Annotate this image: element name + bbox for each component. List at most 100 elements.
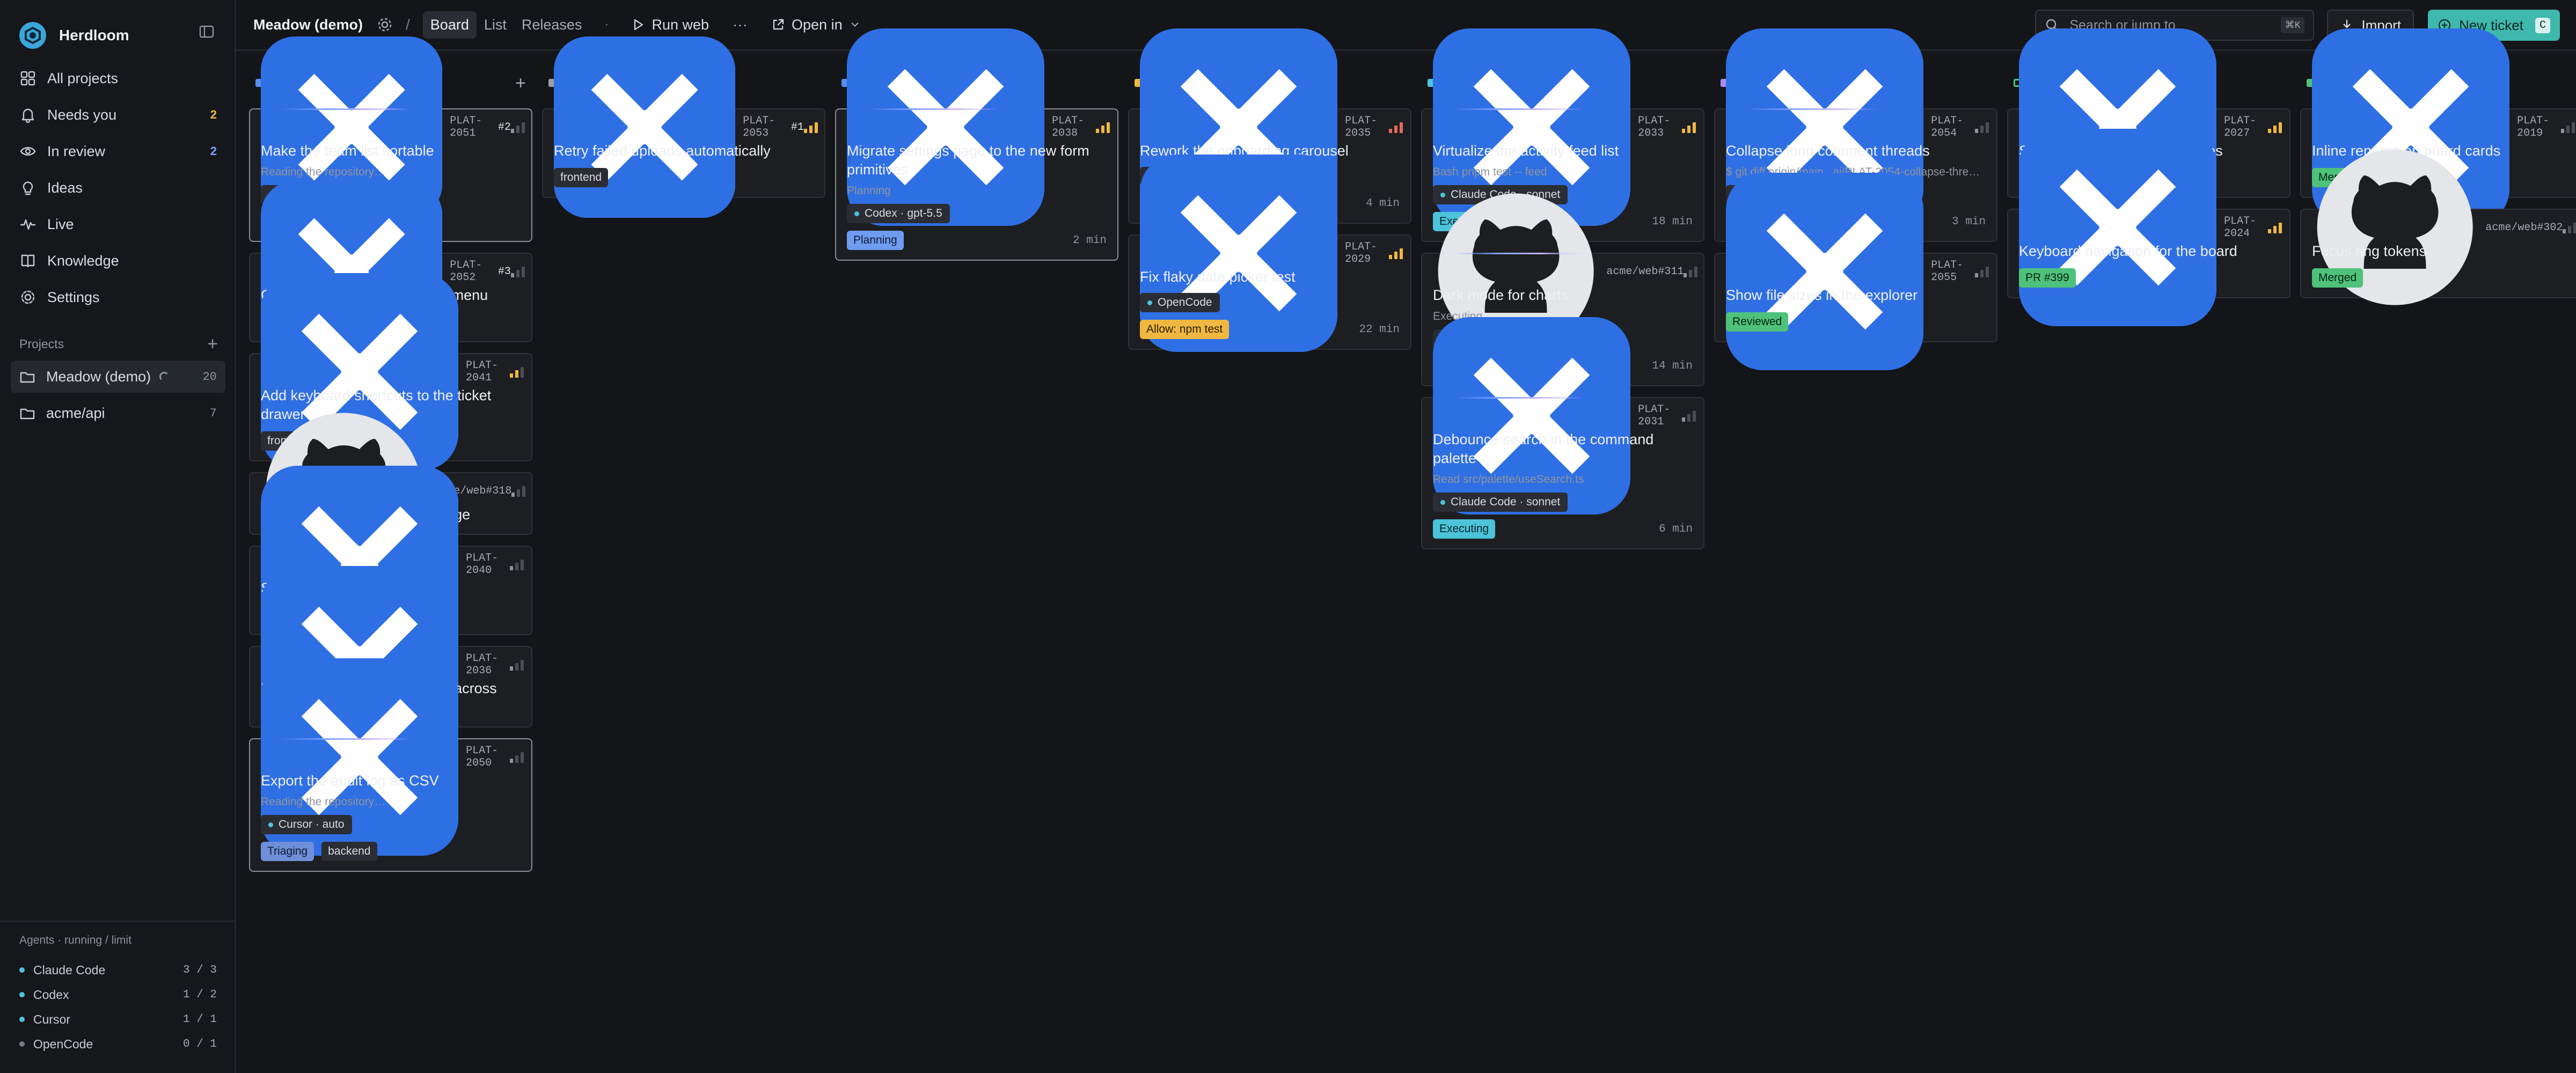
card-list: PLAT-2019Inline rename on board cardsMer… <box>2300 28 2576 309</box>
ticket-id: PLAT-2029 <box>1345 241 1378 266</box>
nav-item-knowledge[interactable]: Knowledge <box>11 242 225 279</box>
project-settings-icon[interactable] <box>377 17 393 33</box>
nav-item-in-review[interactable]: In review 2 <box>11 133 225 170</box>
ticket-card[interactable]: PLAT-2024 Keyboard navigation for the boa… <box>2007 128 2290 327</box>
jira-icon <box>2019 128 2217 327</box>
agent-name: Cursor <box>33 1012 71 1026</box>
gear-icon <box>21 290 35 304</box>
agent-row: OpenCode 0 / 1 <box>19 1032 217 1056</box>
project-item[interactable]: acme/api 7 <box>11 397 225 429</box>
agent-label: Cursor · auto <box>279 818 345 831</box>
agent-usage: 1 / 1 <box>182 1013 217 1026</box>
column-executing: Executing3PLAT-2033Virtualize the activi… <box>1421 28 1704 1073</box>
ticket-card[interactable]: PLAT-2031 Debounce search in the command … <box>1421 317 1704 549</box>
ticket-title: Make the team list sortable <box>261 143 434 159</box>
add-project-icon[interactable]: + <box>207 334 218 355</box>
tab-board[interactable]: Board <box>422 11 477 39</box>
kanban-board: Backlog7Stop+PLAT-2051#2Make the team li… <box>236 28 2576 1073</box>
ticket-id: PLAT-2054 <box>1931 115 1964 139</box>
ticket-card[interactable]: PLAT-2038 Migrate settings page to the ne… <box>835 28 1118 261</box>
ticket-id-row: PLAT-2031 <box>1433 317 1696 515</box>
ticket-card[interactable]: acme/web#302 Focus ring tokens Merged <box>2300 149 2576 306</box>
activity-glow <box>282 738 411 740</box>
nav-item-label: Needs you <box>47 106 117 123</box>
card-list: PLAT-2053 #1 Retry failed uploads automati… <box>542 36 825 218</box>
status-badge: Merged <box>2312 268 2363 288</box>
elapsed-time: 2 min <box>1072 234 1107 247</box>
queue-position: #3 <box>497 265 511 278</box>
project-count: 7 <box>209 406 217 420</box>
ticket-card[interactable]: PLAT-2053 #1 Retry failed uploads automati… <box>542 36 825 218</box>
ticket-id: acme/web#302 <box>2485 221 2563 234</box>
card-list: PLAT-2033 Virtualize the activity feed li… <box>1421 28 1704 560</box>
ticket-id-row: PLAT-2038 <box>847 28 1110 226</box>
ticket-id-row: PLAT-2053 #1 <box>554 36 818 218</box>
run-web-button[interactable]: Run web <box>624 11 716 39</box>
priority-icon <box>510 558 524 570</box>
agent-pill: Codex · gpt-5.5 <box>847 204 950 223</box>
priority-icon <box>510 121 525 133</box>
agent-label: Codex · gpt-5.5 <box>865 207 942 219</box>
add-ticket-icon[interactable]: + <box>515 73 526 94</box>
collapse-sidebar-icon[interactable] <box>199 24 215 40</box>
activity-glow <box>1454 108 1583 110</box>
brand[interactable]: Herdloom <box>18 19 129 52</box>
activity-glow <box>1454 253 1583 254</box>
agent-label: OpenCode <box>1158 296 1212 308</box>
card-list: PLAT-2035Rework the onboarding carouselC… <box>1128 28 1411 361</box>
agent-name: Claude Code <box>33 962 106 977</box>
agent-name: OpenCode <box>33 1037 93 1051</box>
elapsed-time: 3 min <box>1951 215 1986 228</box>
activity-glow <box>1454 397 1583 399</box>
elapsed-time: 6 min <box>1658 523 1693 535</box>
tab-list[interactable]: List <box>477 11 514 39</box>
more-icon[interactable]: ··· <box>733 16 748 33</box>
tab-releases[interactable]: Releases <box>514 11 590 39</box>
nav-item-live[interactable]: Live <box>11 206 225 242</box>
project-name: Meadow (demo) <box>46 368 151 385</box>
ticket-id: PLAT-2019 <box>2517 115 2550 139</box>
elapsed-time: 14 min <box>1652 359 1693 372</box>
nav-item-ideas[interactable]: Ideas <box>11 170 225 206</box>
status-badge: Triaging <box>261 842 314 861</box>
ticket-id: acme/web#311 <box>1606 265 1684 278</box>
herdloom-logo-icon <box>19 22 46 49</box>
column-backlog: Backlog7Stop+PLAT-2051#2Make the team li… <box>249 36 532 1073</box>
project-title[interactable]: Meadow (demo) <box>253 17 363 33</box>
project-item[interactable]: Meadow (demo) 20 <box>11 361 225 393</box>
book-icon <box>21 254 35 268</box>
priority-icon <box>2268 222 2282 233</box>
ticket-card[interactable]: PLAT-2055 Show file sizes in the explorer… <box>1714 172 1997 371</box>
ticket-id-row: acme/web#311 <box>1433 193 1698 350</box>
ticket-id-row: PLAT-2051 #2 <box>261 36 525 218</box>
nav-item-all-projects[interactable]: All projects <box>11 60 225 97</box>
status-badge: frontend <box>554 168 609 187</box>
queue-position: #2 <box>497 121 511 134</box>
nav-item-label: All projects <box>47 70 119 86</box>
ticket-id: PLAT-2053 <box>743 115 775 139</box>
ticket-id: PLAT-2041 <box>466 359 499 384</box>
ticket-title: Show file sizes in the explorer <box>1726 287 1918 303</box>
nav-item-label: Ideas <box>47 179 83 196</box>
status-badge: Allow: npm test <box>1140 320 1230 339</box>
agent-pill: Claude Code · sonnet <box>1433 493 1568 512</box>
grid-icon <box>20 71 35 86</box>
ticket-card[interactable]: PLAT-2050 Export the audit log as CSV Read… <box>249 658 532 872</box>
project-name: acme/api <box>46 405 105 421</box>
nav-item-settings[interactable]: Settings <box>11 279 225 315</box>
ticket-id: PLAT-2051 <box>450 115 482 139</box>
agent-pill: Cursor · auto <box>261 815 352 834</box>
status-badge: Reviewed <box>1726 312 1789 332</box>
column-in-review: In review2BundlePLAT-2054Collapse long c… <box>1714 28 1997 1073</box>
agent-dot <box>854 211 859 216</box>
search-shortcut: ⌘K <box>2280 17 2305 33</box>
nav-item-label: Live <box>47 216 74 232</box>
nav-count-badge: 2 <box>210 108 217 121</box>
lightbulb-icon <box>23 181 33 195</box>
ticket-id-row: PLAT-2055 <box>1726 172 1989 371</box>
elapsed-time: 22 min <box>1359 323 1400 336</box>
nav-item-needs-you[interactable]: Needs you 2 <box>11 97 225 133</box>
ticket-card[interactable]: PLAT-2029 Fix flaky date picker test OpenC… <box>1128 154 1411 352</box>
eye-icon <box>20 147 36 156</box>
agent-status-dot <box>19 1041 25 1047</box>
